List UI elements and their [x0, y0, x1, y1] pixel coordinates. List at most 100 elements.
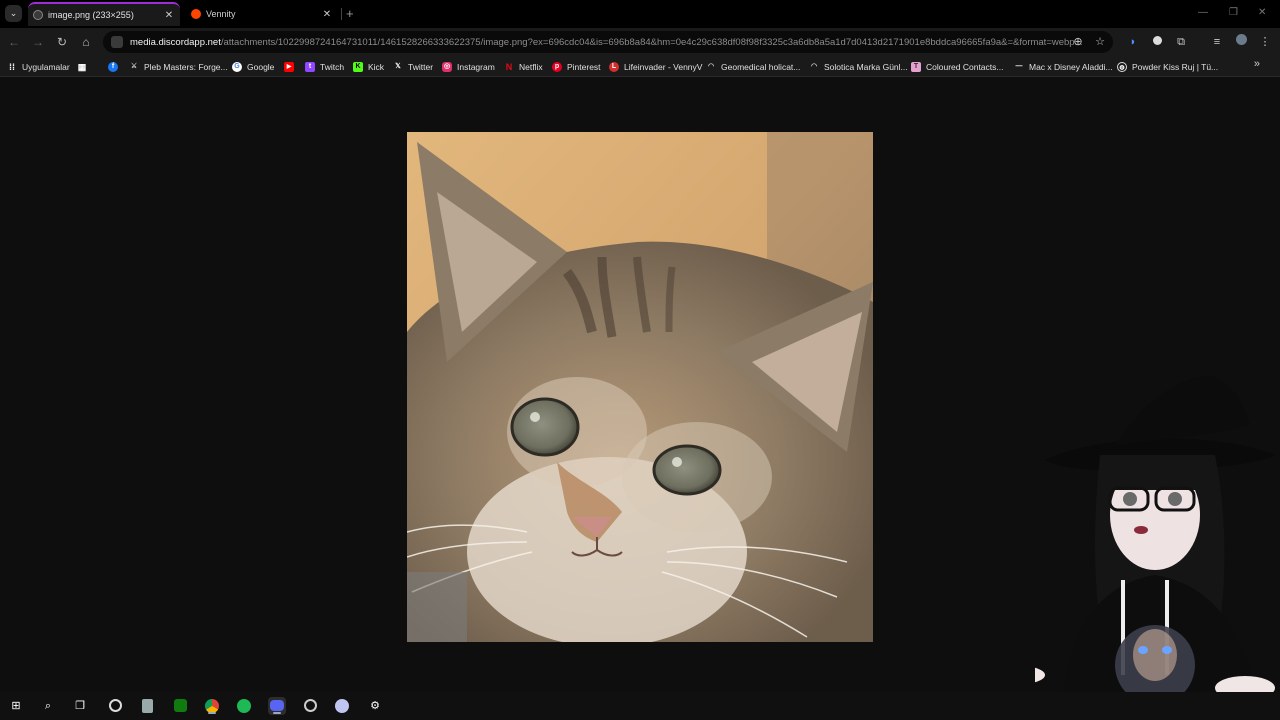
new-tab-button[interactable]: +	[346, 6, 354, 21]
back-icon[interactable]: ←	[6, 34, 22, 50]
bookmark-lifeinvader[interactable]: L Lifeinvader - VennyV	[609, 59, 702, 74]
kitten-image[interactable]	[407, 132, 873, 642]
bookmark-pinterest[interactable]: p Pinterest	[552, 59, 601, 74]
bookmarks-bar: ⁞⁞ Uygulamalar ▦ f ⚔ Pleb Masters: Forge…	[0, 56, 1280, 77]
menu-kebab-icon[interactable]: ⋮	[1257, 34, 1273, 50]
close-icon[interactable]: ✕	[320, 9, 334, 20]
search-icon[interactable]: ⌕	[39, 697, 57, 715]
instagram-icon: ◎	[442, 61, 452, 72]
bookmark-label: Twitter	[408, 61, 434, 72]
bookmark-youtube[interactable]: ▶	[284, 59, 299, 74]
home-icon[interactable]: ⌂	[78, 34, 94, 50]
chevron-down-icon: ⌄	[9, 8, 18, 18]
bookmark-coloured-contacts[interactable]: T Coloured Contacts...	[911, 59, 1003, 74]
pinterest-icon: p	[552, 61, 562, 72]
bookmark-pleb-masters[interactable]: ⚔ Pleb Masters: Forge...	[129, 59, 228, 74]
bookmark-twitter[interactable]: 𝕏 Twitter	[393, 59, 433, 74]
contacts-icon: T	[911, 61, 921, 72]
extensions-puzzle-icon[interactable]: ⧉	[1173, 34, 1189, 50]
google-icon: G	[232, 61, 242, 72]
tab-title: Vennity	[206, 9, 236, 19]
twitch-icon: t	[305, 61, 315, 72]
kick-icon: K	[353, 61, 363, 72]
forward-icon[interactable]: →	[30, 34, 46, 50]
bookmark-star-icon[interactable]: ☆	[1092, 34, 1108, 50]
bookmark-twitch[interactable]: t Twitch	[305, 59, 344, 74]
discord-icon[interactable]	[268, 697, 286, 715]
close-icon[interactable]: ✕	[162, 10, 176, 21]
bookmark-label: Netflix	[519, 61, 543, 72]
sword-icon: ⚔	[130, 62, 138, 70]
site-info-icon[interactable]	[111, 36, 123, 48]
grid-icon: ▦	[77, 61, 87, 72]
bookmark-label: Geomedical holicat...	[721, 61, 801, 72]
chrome-icon[interactable]	[203, 697, 221, 715]
spotify-icon[interactable]	[235, 697, 253, 715]
bookmark-geomedical[interactable]: ◠ Geomedical holicat...	[706, 59, 800, 74]
tab-vennity[interactable]: Vennity ✕	[186, 2, 338, 26]
settings-gear-icon[interactable]: ⚙	[366, 697, 384, 715]
media-controls-icon[interactable]: ≡	[1209, 34, 1225, 50]
bookmark-label: Uygulamalar	[22, 61, 70, 72]
double-chevron-right-icon[interactable]: »	[1254, 58, 1260, 70]
bookmark-label: Coloured Contacts...	[926, 61, 1004, 72]
bookmark-label: Solotica Marka Günl...	[824, 61, 908, 72]
bookmark-uygulamalar[interactable]: ⁞⁞ Uygulamalar	[7, 59, 70, 74]
windows-start-icon[interactable]: ⊞	[7, 697, 25, 715]
bookmark-instagram[interactable]: ◎ Instagram	[442, 59, 495, 74]
profile-avatar-icon[interactable]	[1233, 34, 1249, 50]
running-indicator	[273, 712, 281, 714]
tab-strip: ⌄ image.png (233×255) ✕ Vennity ✕ + — ❐ …	[0, 0, 1280, 28]
lifeinvader-icon: L	[609, 61, 619, 72]
tab-title: image.png (233×255)	[48, 10, 134, 20]
recorder-icon[interactable]	[301, 697, 319, 715]
vtuber-avatar-overlay	[1035, 375, 1275, 720]
bookmark-apps-grid[interactable]: ▦	[77, 59, 92, 74]
obs-icon[interactable]	[106, 697, 124, 715]
bookmark-label: Pinterest	[567, 61, 601, 72]
bookmark-label: Kick	[368, 61, 385, 72]
extension-audio-icon[interactable]: ◗	[1125, 34, 1141, 50]
bookmark-label: Powder Kiss Ruj | Tü...	[1132, 61, 1219, 72]
netflix-icon: N	[505, 61, 513, 72]
calculator-icon[interactable]	[138, 697, 156, 715]
bookmark-mac-disney[interactable]: — Mac x Disney Aladdi...	[1014, 59, 1113, 74]
bookmark-powder-kiss[interactable]: ◍ Powder Kiss Ruj | Tü...	[1117, 59, 1218, 74]
window-close-icon[interactable]: ✕	[1258, 7, 1266, 18]
geomedical-icon: ◠	[707, 62, 715, 70]
bookmark-label: Pleb Masters: Forge...	[144, 61, 228, 72]
tab-search-button[interactable]: ⌄	[5, 5, 22, 22]
bookmark-kick[interactable]: K Kick	[353, 59, 384, 74]
youtube-icon: ▶	[284, 61, 294, 72]
bookmark-netflix[interactable]: N Netflix	[504, 59, 543, 74]
solotica-icon: ◠	[810, 62, 818, 70]
bookmark-label: Google	[247, 61, 275, 72]
kitten-image-drawing	[407, 132, 873, 642]
bookmark-label: Lifeinvader - VennyV	[624, 61, 703, 72]
reload-icon[interactable]: ↻	[54, 34, 70, 50]
task-view-icon[interactable]: ❐	[71, 697, 89, 715]
xbox-icon[interactable]	[171, 697, 189, 715]
bookmark-label: Twitch	[320, 61, 345, 72]
url-path: /attachments/1022998724164731011/1461528…	[220, 36, 1083, 48]
bookmark-facebook[interactable]: f	[108, 59, 123, 74]
facebook-icon: f	[108, 61, 118, 72]
vencord-icon[interactable]	[333, 697, 351, 715]
bookmark-google[interactable]: G Google	[232, 59, 274, 74]
bookmark-solotica[interactable]: ◠ Solotica Marka Günl...	[809, 59, 908, 74]
x-icon: 𝕏	[395, 62, 401, 70]
zoom-icon[interactable]: ⊕	[1070, 34, 1086, 50]
minimize-icon[interactable]: —	[1198, 7, 1208, 18]
browser-toolbar: ← → ↻ ⌂ media.discordapp.net/attachments…	[0, 28, 1280, 56]
mac-icon: —	[1015, 62, 1023, 70]
windows-taskbar: ⊞ ⌕ ❐ ⚙	[0, 692, 1280, 720]
tab-image-png[interactable]: image.png (233×255) ✕	[28, 2, 180, 26]
apps-grid-icon: ⁞⁞	[9, 61, 15, 72]
globe-icon: ◍	[1117, 61, 1127, 72]
bookmark-label: Mac x Disney Aladdi...	[1029, 61, 1113, 72]
tab-divider	[341, 8, 342, 20]
restore-icon[interactable]: ❐	[1229, 7, 1238, 18]
address-bar[interactable]: media.discordapp.net/attachments/1022998…	[103, 31, 1113, 53]
reddit-icon	[191, 9, 201, 19]
extension-circle-icon[interactable]	[1149, 34, 1165, 50]
